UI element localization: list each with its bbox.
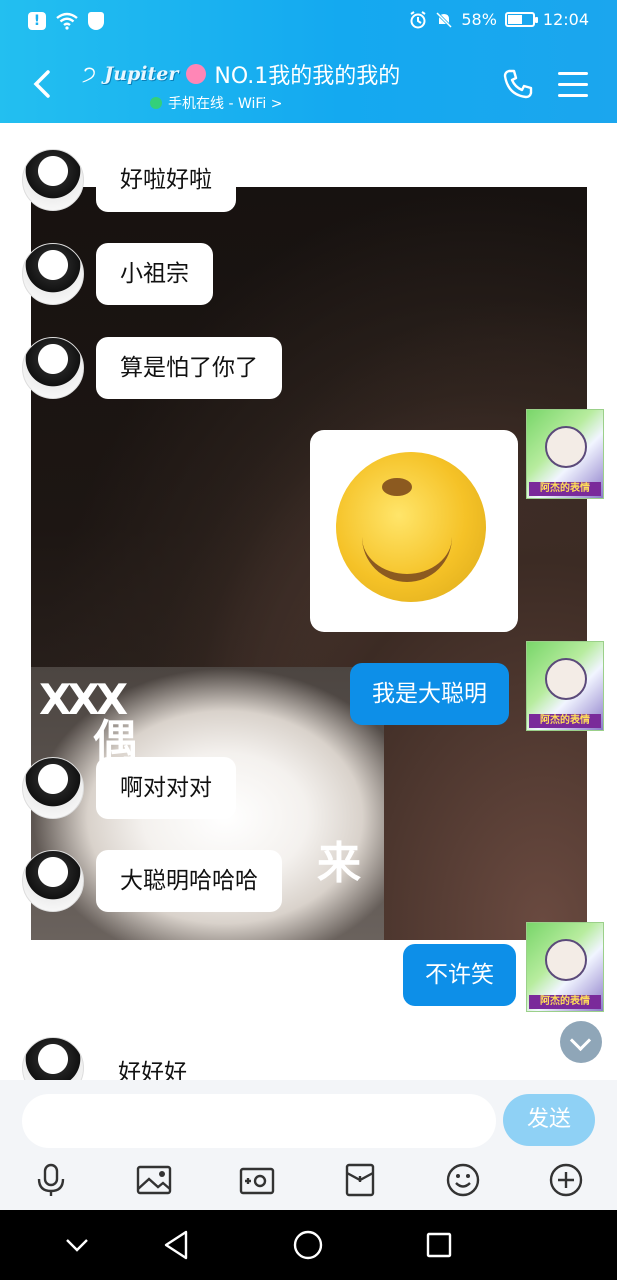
message-bubble[interactable]: 小祖宗 (96, 243, 213, 305)
ear-icon: ੭ (82, 61, 97, 87)
nav-collapse-button[interactable] (60, 1228, 94, 1262)
menu-button[interactable] (558, 72, 588, 98)
battery-icon (504, 12, 538, 27)
chat-area[interactable]: XXX 偶 来 好啦好啦 小祖宗 算是怕了你了 阿杰的表情 阿杰的表情 我是大聪… (0, 123, 617, 1080)
voice-button[interactable] (33, 1162, 69, 1198)
red-packet-button[interactable] (342, 1162, 378, 1198)
back-button[interactable] (28, 66, 58, 102)
system-nav-bar (0, 1210, 617, 1280)
send-button[interactable]: 发送 (503, 1094, 595, 1146)
contact-avatar[interactable] (22, 149, 84, 211)
message-bubble[interactable]: 大聪明哈哈哈 (96, 850, 282, 912)
nav-back-button[interactable] (160, 1228, 194, 1262)
status-bar: ! 58% 12:04 (0, 0, 617, 46)
menu-icon (558, 72, 588, 75)
image-icon (136, 1165, 172, 1195)
contact-avatar[interactable] (22, 757, 84, 819)
contact-avatar[interactable] (22, 243, 84, 305)
message-bubble[interactable]: 啊对对对 (96, 757, 236, 819)
emoji-icon (446, 1163, 480, 1197)
contact-avatar[interactable] (22, 850, 84, 912)
notification-alert-icon: ! (28, 12, 46, 30)
online-dot-icon (150, 97, 162, 109)
input-bar: 发送 (0, 1080, 617, 1210)
message-bubble[interactable]: 好好好 (118, 1053, 187, 1080)
circle-home-icon (293, 1230, 323, 1260)
camera-icon (239, 1167, 275, 1195)
avatar-tag: 阿杰的表情 (529, 714, 601, 728)
battery-percent: 58% (461, 10, 497, 29)
chevron-left-icon (33, 70, 50, 98)
message-bubble-sent[interactable]: 不许笑 (403, 944, 516, 1006)
scroll-to-bottom-button[interactable] (560, 1021, 602, 1063)
more-button[interactable] (548, 1162, 584, 1198)
my-avatar[interactable]: 阿杰的表情 (526, 641, 604, 731)
contact-name: NO.1我的我的我的 (214, 64, 401, 89)
avatar-tag: 阿杰的表情 (529, 995, 601, 1009)
smiley-face-icon (314, 430, 508, 624)
emoji-button[interactable] (445, 1162, 481, 1198)
nav-home-button[interactable] (291, 1228, 325, 1262)
wifi-icon (56, 12, 78, 30)
avatar-tag: 阿杰的表情 (529, 482, 601, 496)
top-bar: ! 58% 12:04 ੭ Jupiter NO.1我的我的我的 手机在线 - … (0, 0, 617, 123)
contact-avatar[interactable] (22, 1037, 84, 1080)
vip-badge: Jupiter (104, 63, 179, 85)
message-bubble[interactable]: 算是怕了你了 (96, 337, 282, 399)
bg-caption-2: 来 (317, 838, 361, 889)
smiley-sticker[interactable] (310, 430, 518, 632)
call-button[interactable] (502, 68, 534, 100)
square-recents-icon (426, 1232, 452, 1258)
album-button[interactable] (136, 1162, 172, 1198)
nav-recents-button[interactable] (422, 1228, 456, 1262)
heart-icon (186, 64, 207, 84)
camera-button[interactable] (239, 1162, 275, 1198)
mic-icon (37, 1163, 65, 1196)
alarm-icon (410, 10, 426, 28)
contact-avatar[interactable] (22, 337, 84, 399)
online-status[interactable]: 手机在线 - WiFi > (150, 93, 282, 113)
chat-title[interactable]: ੭ Jupiter NO.1我的我的我的 (82, 58, 482, 90)
shield-icon (88, 12, 104, 30)
clock: 12:04 (542, 10, 589, 29)
triangle-back-icon (164, 1230, 188, 1260)
chevron-down-icon (66, 1239, 88, 1252)
message-input[interactable] (22, 1094, 496, 1148)
my-avatar[interactable]: 阿杰的表情 (526, 409, 604, 499)
message-bubble-sent[interactable]: 我是大聪明 (350, 663, 509, 725)
phone-icon (503, 69, 533, 99)
mute-bell-icon (436, 11, 453, 28)
online-status-label: 手机在线 - WiFi > (168, 96, 283, 112)
plus-icon (549, 1163, 583, 1197)
chat-header: ੭ Jupiter NO.1我的我的我的 手机在线 - WiFi > (0, 46, 617, 123)
message-bubble[interactable]: 好啦好啦 (96, 148, 236, 212)
my-avatar[interactable]: 阿杰的表情 (526, 922, 604, 1012)
gift-icon (345, 1163, 375, 1197)
